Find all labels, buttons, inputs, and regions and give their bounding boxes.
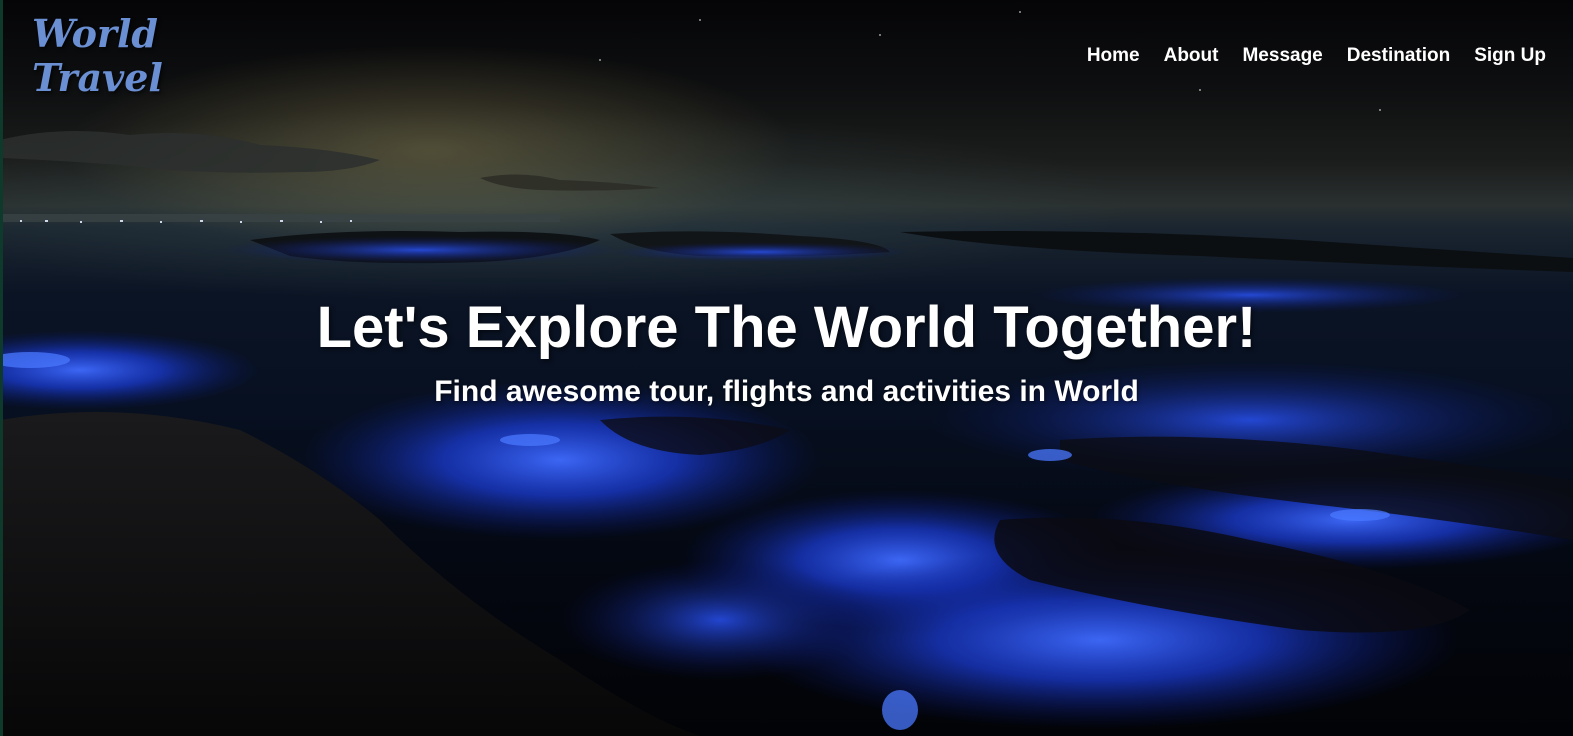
- nav-link-sign-up[interactable]: Sign Up: [1474, 45, 1546, 67]
- site-logo[interactable]: World Travel: [32, 11, 163, 100]
- hero-background-image: [0, 11, 1573, 736]
- hero-title: Let's Explore The World Together!: [316, 295, 1257, 360]
- logo-line-world: World: [32, 11, 158, 56]
- hero-section: World Travel Home About Message Destinat…: [0, 0, 1573, 736]
- nav-link-destination[interactable]: Destination: [1347, 45, 1450, 67]
- nav-link-message[interactable]: Message: [1242, 45, 1322, 67]
- hero-subtitle: Find awesome tour, flights and activitie…: [434, 375, 1139, 408]
- main-nav: Home About Message Destination Sign Up: [1087, 45, 1546, 67]
- nav-link-home[interactable]: Home: [1087, 45, 1140, 67]
- logo-line-travel: Travel: [32, 55, 163, 100]
- left-edge-strip: [0, 0, 3, 736]
- nav-link-about[interactable]: About: [1164, 45, 1219, 67]
